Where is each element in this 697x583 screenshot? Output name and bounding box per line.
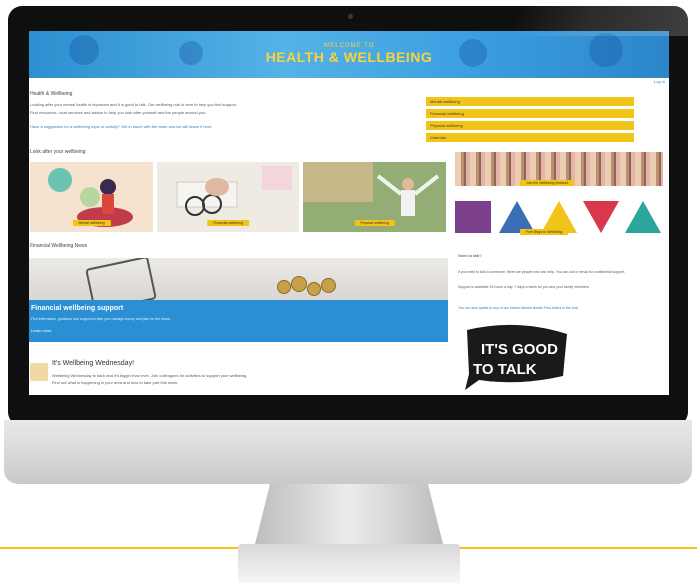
notebook-shape [85,258,157,304]
coins-hero-image [29,258,448,304]
coin [307,282,321,296]
post-line: Wellbeing Wednesday is back and it's big… [52,373,248,378]
intro-line: Find resources, local services and advic… [30,110,207,115]
need-support-text: If you need to talk to someone, there ar… [458,270,626,274]
five-ways-button[interactable]: Five Ways to Wellbeing [520,229,569,235]
card-mental-wellbeing[interactable]: Mental wellbeing [30,162,153,232]
card-physical-wellbeing[interactable]: Physical wellbeing [303,162,446,232]
side-link-calendar[interactable]: Calendar [426,133,634,142]
cards-heading: Look after your wellbeing [30,149,86,155]
need-support-link[interactable]: You can also speak to any of our trained… [458,306,663,311]
card-button[interactable]: Physical wellbeing [354,220,395,226]
financial-support-panel: Financial wellbeing support Find informa… [29,300,448,342]
side-link-mental[interactable]: Mental wellbeing [426,97,634,106]
webcam [348,14,353,19]
monitor-stand-neck [255,484,443,544]
intro-heading: Health & Wellbeing [30,91,73,97]
coin [277,280,291,294]
post-title[interactable]: It's Wellbeing Wednesday! [52,360,134,367]
need-support-heading: Need to talk? [458,253,482,258]
post-thumbnail [30,363,48,381]
site-banner: WELCOME TO HEALTH & WELLBEING [29,31,669,78]
its-good-to-talk-logo: IT'S GOOD TO TALK [459,324,569,390]
network-button[interactable]: Join the Wellbeing Network [520,180,575,186]
coin [291,276,307,292]
post-line: Find out what is happening in your area … [52,380,179,385]
monitor-chin [4,420,692,484]
svg-text:IT'S GOOD: IT'S GOOD [481,341,558,358]
side-link-financial[interactable]: Financial wellbeing [426,109,634,118]
svg-text:TO TALK: TO TALK [473,361,537,378]
top-strip [29,78,669,87]
card-button[interactable]: Financial wellbeing [207,220,249,226]
intro-link-line[interactable]: Have a suggestion for a wellbeing topic … [30,124,213,129]
coin [321,278,336,293]
monitor-stand-base [238,544,460,583]
banner-title: HEALTH & WELLBEING [265,49,433,65]
card-financial-wellbeing[interactable]: Financial wellbeing [157,162,299,232]
login-link[interactable]: Log in [654,79,665,84]
card-button[interactable]: Mental wellbeing [72,220,111,226]
support-text: Find information, guidance and support t… [31,317,172,321]
need-support-text: Support is available 24 hours a day, 7 d… [458,285,590,289]
support-link[interactable]: Learn more [31,328,51,333]
support-title: Financial wellbeing support [31,305,124,312]
side-link-physical[interactable]: Physical wellbeing [426,121,634,130]
intro-line: Looking after your mental health is impo… [30,102,238,107]
section-heading: Financial Wellbeing News [30,243,88,249]
speech-bubble-logo: IT'S GOOD TO TALK [465,324,567,390]
